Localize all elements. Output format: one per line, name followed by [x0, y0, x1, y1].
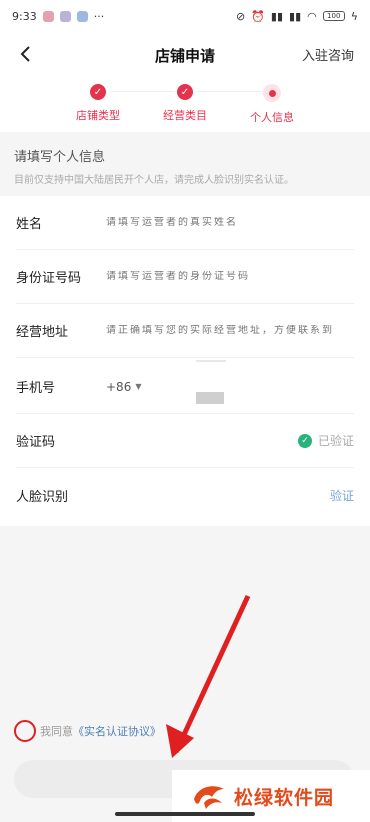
- phone-row: 手机号 +86 ▼: [16, 360, 354, 414]
- redacted-phone: [196, 392, 224, 404]
- agreement-row: 我同意 《实名认证协议》: [14, 720, 161, 742]
- wifi-icon: ◠: [307, 9, 317, 23]
- signal-icon: ▮▮: [270, 9, 284, 23]
- name-row: 姓名: [16, 196, 354, 250]
- caret-down-icon[interactable]: ▼: [135, 382, 141, 391]
- app-notification-icon: [42, 10, 54, 22]
- check-circle-icon: ✓: [297, 433, 312, 448]
- verify-code-label: 验证码: [16, 435, 56, 450]
- status-bar: 9:33 ··· ⊘ ⏰ ▮▮ ▮▮ ◠ 100 ϟ: [0, 0, 370, 32]
- watermark-text: 松绿软件园: [234, 786, 335, 809]
- app-notification-icon: [76, 10, 88, 22]
- step-label: 经营类目: [163, 109, 207, 122]
- step-label: 个人信息: [250, 111, 294, 124]
- check-icon: ✓: [90, 84, 106, 100]
- step-personal-info: 个人信息: [232, 84, 312, 125]
- address-row: 经营地址: [16, 304, 354, 358]
- more-notifications-icon: ···: [93, 9, 105, 23]
- address-input[interactable]: [106, 325, 354, 336]
- agreement-link[interactable]: 《实名认证协议》: [73, 723, 161, 739]
- name-input[interactable]: [106, 217, 354, 228]
- personal-info-form: 姓名 身份证号码 经营地址 手机号 +86 ▼ 验证码 ✓ 已验证 人脸识别 验…: [0, 196, 370, 526]
- name-label: 姓名: [16, 217, 43, 232]
- charging-icon: ϟ: [350, 9, 358, 23]
- notice-subtitle: 目前仅支持中国大陆居民开个人店，请完成人脸识别实名认证。: [14, 175, 294, 186]
- verified-text: 已验证: [317, 434, 354, 448]
- progress-steps: ✓ 店铺类型 ✓ 经营类目 个人信息: [0, 76, 370, 132]
- app-notification-icon: [59, 10, 71, 22]
- face-label: 人脸识别: [16, 489, 69, 505]
- alarm-icon: ⏰: [251, 9, 265, 23]
- step-label: 店铺类型: [76, 109, 120, 122]
- verified-status: ✓ 已验证: [297, 432, 354, 449]
- home-indicator[interactable]: [115, 812, 255, 816]
- watermark-logo-icon: [194, 786, 224, 809]
- country-code-select[interactable]: +86: [106, 380, 131, 394]
- check-icon: ✓: [177, 84, 193, 100]
- step-business-category: ✓ 经营类目: [145, 84, 225, 123]
- current-step-icon: [263, 84, 281, 102]
- info-notice: 请填写个人信息 目前仅支持中国大陆居民开个人店，请完成人脸识别实名认证。: [0, 132, 370, 196]
- notice-title: 请填写个人信息: [14, 150, 106, 165]
- step-store-type: ✓ 店铺类型: [58, 84, 138, 123]
- agreement-prefix: 我同意: [40, 725, 73, 738]
- mute-icon: ⊘: [235, 9, 246, 23]
- address-label: 经营地址: [16, 325, 69, 340]
- face-verify-button[interactable]: 验证: [330, 487, 354, 504]
- signal-icon: ▮▮: [289, 9, 302, 23]
- verify-code-row: 验证码 ✓ 已验证: [16, 414, 354, 468]
- id-number-row: 身份证号码: [16, 250, 354, 304]
- id-number-label: 身份证号码: [16, 271, 82, 286]
- battery-icon: 100: [322, 11, 345, 21]
- battery-level: 100: [327, 12, 341, 20]
- face-recognition-row: 人脸识别 验证: [16, 468, 354, 522]
- status-time: 9:33: [12, 9, 37, 23]
- nav-bar: 店铺申请 入驻咨询: [0, 32, 370, 76]
- agreement-checkbox[interactable]: [14, 720, 36, 742]
- id-number-input[interactable]: [106, 271, 354, 282]
- phone-label: 手机号: [16, 381, 56, 396]
- consult-link[interactable]: 入驻咨询: [302, 45, 354, 64]
